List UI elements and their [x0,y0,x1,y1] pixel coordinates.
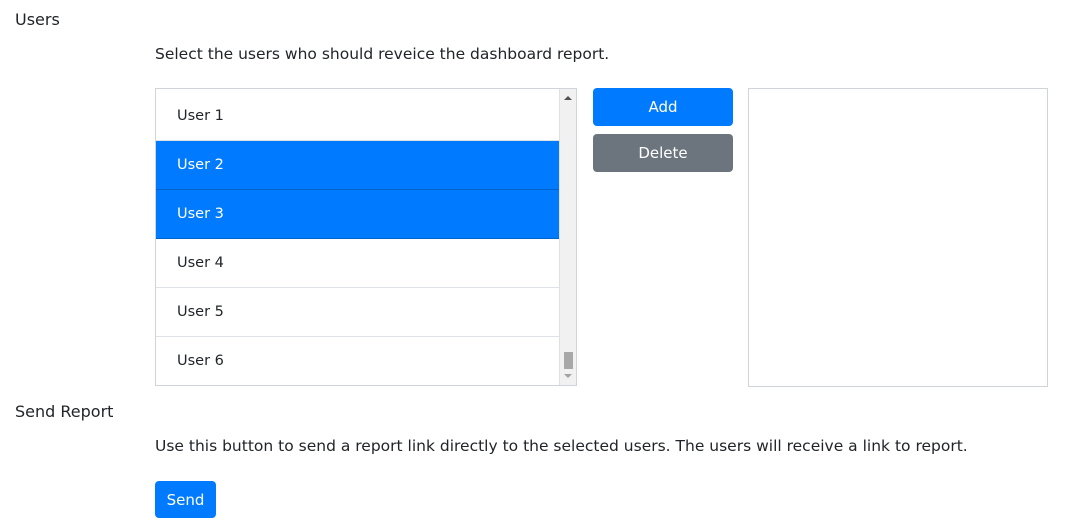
add-button[interactable]: Add [593,88,733,126]
list-item[interactable]: User 1 [156,92,560,141]
send-button[interactable]: Send [155,481,216,518]
list-item[interactable]: User 5 [156,288,560,337]
send-report-description: Use this button to send a report link di… [155,437,968,455]
list-item[interactable]: User 3 [156,190,560,239]
available-users-list: User 1 User 2 User 3 User 4 User 5 User 6 [156,92,560,385]
send-report-heading: Send Report [15,402,114,421]
scroll-up-arrow-icon[interactable] [560,91,576,105]
selected-users-listbox[interactable] [748,88,1048,387]
users-description: Select the users who should reveice the … [155,45,610,63]
scroll-down-arrow-icon[interactable] [560,369,576,383]
list-item[interactable]: User 4 [156,239,560,288]
list-item[interactable]: User 2 [156,141,560,190]
delete-button[interactable]: Delete [593,134,733,172]
scroll-thumb[interactable] [564,352,573,369]
listbox-scrollbar[interactable] [559,89,576,385]
available-users-listbox[interactable]: User 1 User 2 User 3 User 4 User 5 User 6 [155,88,577,386]
users-heading: Users [15,10,60,29]
list-item[interactable]: User 6 [156,337,560,385]
